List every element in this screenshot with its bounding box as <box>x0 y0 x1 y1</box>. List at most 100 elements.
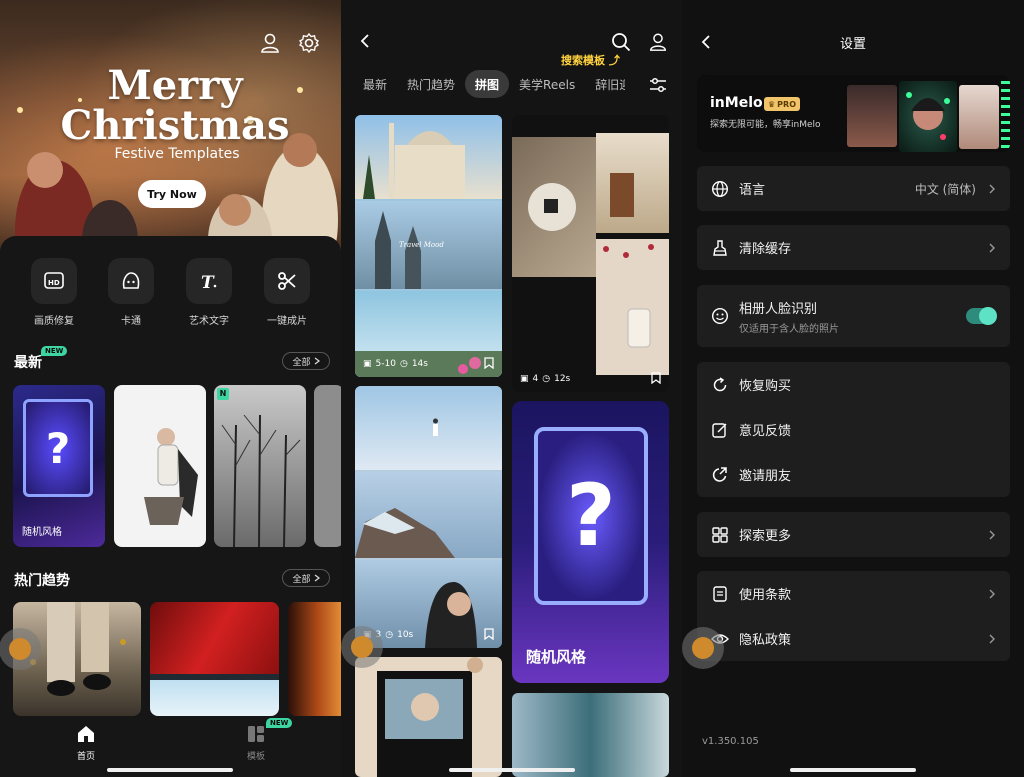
try-now-button[interactable]: Try Now <box>138 180 206 208</box>
language-group: 语言 中文 (简体) <box>697 166 1010 211</box>
n-badge: N <box>217 388 229 400</box>
hero-subtitle: Festive Templates <box>114 146 240 162</box>
trending-section-title: 热门趋势 <box>14 573 70 589</box>
brand-name: inMelo <box>710 95 763 111</box>
restore-purchase-row[interactable]: 恢复购买 <box>697 362 1010 407</box>
clip-count: 4 <box>532 374 539 384</box>
bookmark-icon[interactable] <box>651 372 661 384</box>
face-recognition-toggle[interactable] <box>966 307 997 325</box>
explore-more-row[interactable]: 探索更多 <box>697 512 1010 557</box>
cartoon-face-icon <box>108 258 154 304</box>
tool-quality-repair[interactable]: HD 画质修复 <box>23 258 85 327</box>
share-arrow-icon <box>712 466 727 482</box>
collage-template-film[interactable] <box>355 657 502 777</box>
christmas-banner[interactable]: Merry Christmas Festive Templates Try Now <box>0 0 341 250</box>
question-mark-icon: ? <box>23 399 93 497</box>
latest-section-title: 最新 <box>14 355 42 371</box>
template-card-winter-trees[interactable]: N <box>214 385 306 547</box>
filter-sliders-icon[interactable] <box>649 77 667 93</box>
template-card-fashion[interactable] <box>114 385 206 547</box>
chevron-right-icon <box>989 634 995 643</box>
collage-template-surf[interactable] <box>512 693 669 777</box>
red-car-photo <box>150 602 279 674</box>
art-text-icon: T <box>186 258 232 304</box>
tab-trending[interactable]: 热门趋势 <box>397 70 465 98</box>
gear-icon[interactable] <box>298 32 320 54</box>
search-icon[interactable] <box>611 32 631 52</box>
feedback-label: 意见反馈 <box>739 424 792 439</box>
film-strip-photo <box>377 657 483 777</box>
cathedral-photo: Travel Mood <box>355 201 502 289</box>
trending-card-lights[interactable] <box>288 602 341 716</box>
bookmark-icon[interactable] <box>484 357 494 369</box>
invite-friends-row[interactable]: 邀请朋友 <box>697 452 1010 497</box>
tab-templates[interactable]: 模板 <box>232 724 280 762</box>
icy-sea-photo <box>355 386 502 470</box>
accessibility-icon <box>692 637 714 659</box>
user-icon[interactable] <box>648 32 668 52</box>
user-icon[interactable] <box>259 32 281 54</box>
template-card-building[interactable] <box>314 385 341 547</box>
chevron-right-icon <box>989 184 995 193</box>
tab-latest[interactable]: 最新 <box>353 70 397 98</box>
latest-all-button[interactable]: 全部 <box>282 352 330 370</box>
templates-screen: 搜索模板 ⤴ 最新 热门趋势 拼图 美学Reels 辞旧迎 Travel Moo… <box>341 0 682 777</box>
tab-new-year[interactable]: 辞旧迎 <box>585 70 625 98</box>
chevron-right-icon <box>314 357 320 365</box>
all-label: 全部 <box>292 574 311 585</box>
search-hint-text: 搜索模板 <box>561 54 605 67</box>
feedback-row[interactable]: 意见反馈 <box>697 407 1010 452</box>
tool-cartoon[interactable]: 卡通 <box>100 258 162 327</box>
chevron-right-icon <box>989 589 995 598</box>
pro-banner[interactable]: inMelo ♛ PRO 探索无限可能，畅享inMelo <box>697 75 1010 152</box>
chevron-right-icon <box>989 243 995 252</box>
page-title: 设置 <box>839 37 866 52</box>
floating-accessibility-button[interactable] <box>341 626 383 668</box>
back-arrow-icon[interactable] <box>357 32 375 50</box>
accessibility-icon <box>351 636 373 658</box>
chevron-right-icon <box>989 530 995 539</box>
clip-count: 5-10 <box>375 359 396 369</box>
broom-icon <box>713 239 727 256</box>
tile-meta: ▣ 5-10 ◷ 14s <box>363 359 428 369</box>
cache-group: 清除缓存 <box>697 225 1010 270</box>
random-style-template[interactable]: ? 随机风格 <box>512 401 669 683</box>
language-row[interactable]: 语言 中文 (简体) <box>697 166 1010 211</box>
tab-home[interactable]: 首页 <box>62 724 110 762</box>
floating-accessibility-button[interactable] <box>0 628 41 670</box>
duration: 14s <box>411 359 428 369</box>
trending-all-button[interactable]: 全部 <box>282 569 330 587</box>
accessibility-icon <box>9 638 31 660</box>
fashion-photo <box>144 428 198 525</box>
trending-card-red-car[interactable] <box>150 602 279 716</box>
privacy-row[interactable]: 隐私政策 <box>697 616 1010 661</box>
question-mark-icon: ? <box>534 427 648 605</box>
collage-template-cozy[interactable]: ▣ 4 ◷ 12s <box>512 115 669 392</box>
clip-count-icon: ▣ <box>520 374 529 384</box>
beach-photo <box>150 680 279 716</box>
clear-cache-row[interactable]: 清除缓存 <box>697 225 1010 270</box>
mosque-photo <box>355 115 502 199</box>
collage-template-icebergs[interactable]: ▣3 ◷10s <box>355 386 502 648</box>
door-photo <box>596 133 669 233</box>
tool-art-text[interactable]: T 艺术文字 <box>178 258 240 327</box>
terms-row[interactable]: 使用条款 <box>697 571 1010 616</box>
tool-label: 一键成片 <box>267 316 307 327</box>
collage-template-travel[interactable]: Travel Mood ▣ 5-10 ◷ 14s <box>355 115 502 377</box>
clear-cache-label: 清除缓存 <box>739 242 792 257</box>
bookmark-icon[interactable] <box>484 628 494 640</box>
app-version: v1.350.105 <box>702 736 759 747</box>
clock-icon: ◷ <box>385 630 394 640</box>
tool-label: 艺术文字 <box>189 316 229 327</box>
account-group: 恢复购买 意见反馈 邀请朋友 <box>697 362 1010 497</box>
category-tabs: 最新 热门趋势 拼图 美学Reels 辞旧迎 <box>353 70 625 100</box>
tab-aesthetic-reels[interactable]: 美学Reels <box>509 70 585 98</box>
floating-accessibility-button[interactable] <box>682 627 724 669</box>
face-recognition-label: 相册人脸识别 <box>739 301 818 317</box>
random-style-card[interactable]: ? 随机风格 <box>13 385 105 547</box>
tab-home-label: 首页 <box>76 752 95 762</box>
tool-one-click-video[interactable]: 一键成片 <box>256 258 318 327</box>
clip-count-icon: ▣ <box>363 359 372 369</box>
tile-meta: ▣ 4 ◷ 12s <box>520 374 570 384</box>
tab-collage[interactable]: 拼图 <box>465 70 510 98</box>
